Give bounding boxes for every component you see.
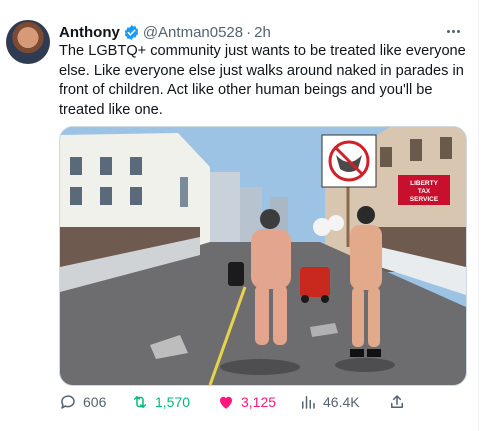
tweet-timestamp[interactable]: 2h	[254, 24, 271, 41]
like-icon	[220, 396, 232, 409]
share-button[interactable]	[388, 390, 412, 414]
separator-dot: ·	[246, 23, 252, 41]
retweet-button[interactable]: 1,570	[131, 390, 190, 414]
like-count: 3,125	[241, 394, 277, 410]
tweet-photo[interactable]: LIBERTY TAX SERVICE	[59, 126, 467, 386]
share-icon	[391, 395, 403, 408]
reply-button[interactable]: 606	[59, 390, 106, 414]
reply-icon	[61, 395, 75, 409]
like-button[interactable]: 3,125	[217, 390, 276, 414]
more-options-icon[interactable]	[443, 22, 463, 40]
retweet-count: 1,570	[155, 394, 191, 410]
tweet-card[interactable]: Anthony @Antman0528 · 2h The LGBTQ+ comm…	[0, 0, 479, 431]
verified-badge-icon	[124, 24, 139, 40]
author-name[interactable]: Anthony	[59, 24, 120, 41]
views-count: 46.4K	[323, 394, 360, 410]
avatar[interactable]	[6, 20, 50, 64]
views-icon	[302, 396, 315, 409]
retweet-icon	[134, 396, 146, 408]
tweet-text: The LGBTQ+ community just wants to be tr…	[59, 43, 466, 118]
reply-count: 606	[83, 394, 107, 410]
liberty-sign-line-1: LIBERTY	[410, 180, 438, 187]
author-handle[interactable]: @Antman0528	[143, 24, 243, 41]
liberty-sign-line-3: SERVICE	[410, 196, 439, 203]
tweet-actions: 606 1,570 3,125 46.4K	[59, 390, 469, 414]
views-button[interactable]: 46.4K	[299, 390, 360, 414]
tweet-header: Anthony @Antman0528 · 2h	[59, 22, 271, 42]
liberty-sign-line-2: TAX	[418, 188, 431, 195]
